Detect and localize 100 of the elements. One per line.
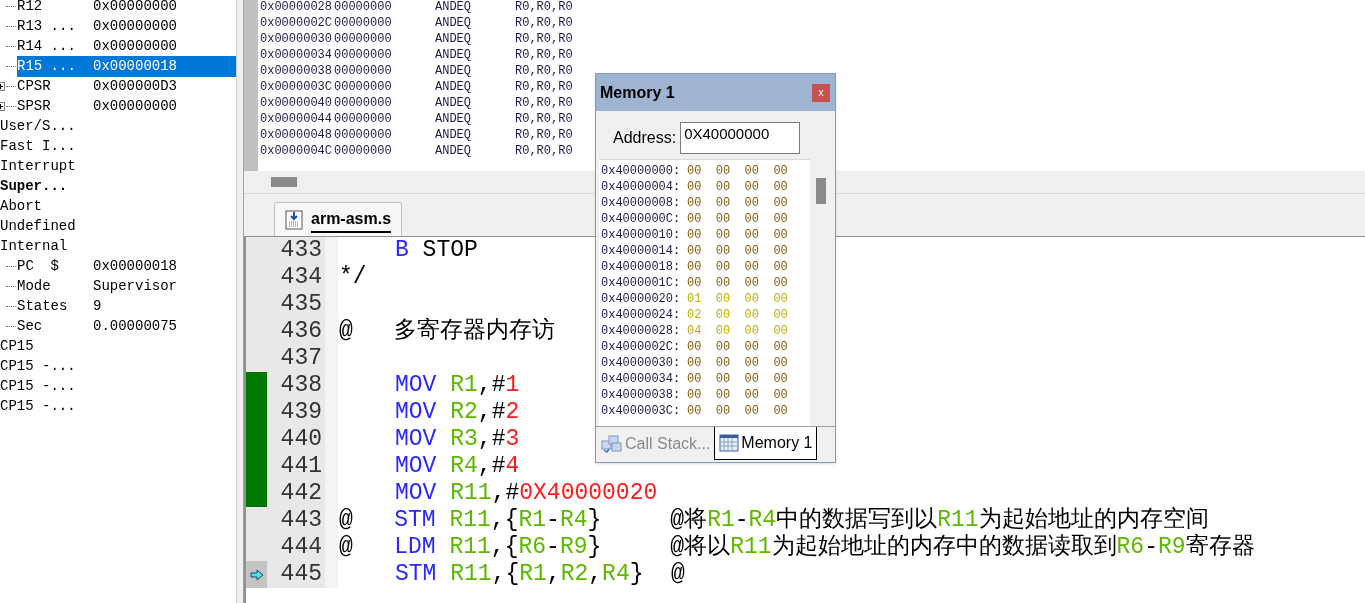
- register-value: 0x00000018: [93, 256, 178, 276]
- register-value: 0x00000000: [93, 16, 178, 36]
- memory-bytes: 01 00 00 00: [687, 291, 788, 308]
- memory-address: 0x40000018:: [601, 259, 682, 276]
- mnemonic-cell-text: ANDEQ: [435, 47, 472, 64]
- memory-bytes: 00 00 00 00: [687, 259, 788, 276]
- mnemonic-cell-text: ANDEQ: [435, 111, 472, 128]
- operands-cell-text: R0,R0,R0: [515, 127, 573, 144]
- address-cell-text: 0x00000028: [260, 0, 333, 16]
- memory-bytes: 00 00 00 00: [687, 355, 788, 372]
- opcode-cell-text: 00000000: [334, 143, 393, 160]
- code-line: MOV R3,#3: [394, 425, 520, 455]
- code-line: B STOP: [394, 237, 478, 266]
- line-number: 435: [268, 291, 338, 318]
- operands-cell-text: R0,R0,R0: [515, 111, 573, 128]
- operands-cell-text: R0,R0,R0: [515, 95, 573, 112]
- operands-cell-text: R0,R0,R0: [515, 31, 573, 48]
- register-value: 0.00000075: [93, 316, 178, 336]
- line-number: 440: [268, 426, 338, 453]
- line-number: 441: [268, 453, 338, 480]
- operands-cell-text: R0,R0,R0: [515, 79, 573, 96]
- register-value: 0x00000000: [93, 96, 178, 116]
- mnemonic-cell-text: ANDEQ: [435, 127, 472, 144]
- memory-address: 0x40000028:: [601, 323, 682, 340]
- opcode-cell-text: 00000000: [334, 127, 393, 144]
- memory-bytes: 00 00 00 00: [687, 371, 788, 388]
- line-number: 436: [268, 318, 338, 345]
- memory-address: 0x40000008:: [601, 195, 682, 212]
- memory-bytes: 00 00 00 00: [687, 403, 788, 420]
- address-cell-text: 0x00000030: [260, 31, 333, 48]
- memory-address: 0x40000034:: [601, 371, 682, 388]
- memory-address: 0x40000004:: [601, 179, 682, 196]
- line-number: 442: [268, 480, 338, 507]
- address-cell-text: 0x0000004C: [260, 143, 333, 160]
- memory-bytes: 04 00 00 00: [687, 323, 788, 340]
- memory-address: 0x40000024:: [601, 307, 682, 324]
- line-number: 439: [268, 399, 338, 426]
- memory-bytes: 00 00 00 00: [687, 163, 788, 180]
- code-line: @ 多寄存器内存访: [338, 316, 556, 347]
- address-cell-text: 0x00000034: [260, 47, 333, 64]
- memory-address: 0x40000010:: [601, 227, 682, 244]
- opcode-cell-text: 00000000: [334, 111, 393, 128]
- register-value: 0x000000D3: [93, 76, 178, 96]
- address-cell-text: 0x0000002C: [260, 15, 333, 32]
- window-title: Memory 1: [600, 82, 675, 103]
- mnemonic-cell-text: ANDEQ: [435, 143, 472, 160]
- register-value: 0x00000018: [93, 55, 236, 77]
- memory-bytes: 00 00 00 00: [687, 227, 788, 244]
- mnemonic-cell-text: ANDEQ: [435, 15, 472, 32]
- line-number: 438: [268, 372, 338, 399]
- operands-cell-text: R0,R0,R0: [515, 63, 573, 80]
- address-label: Address:: [613, 127, 677, 148]
- code-line: @ LDM R11,{R6-R9} @将以R11为起始地址的内存中的数据读取到R6-R9寄存器: [338, 532, 1255, 562]
- address-cell-text: 0x00000044: [260, 111, 333, 128]
- code-line: STM R11,{R1,R2,R4} @: [394, 560, 685, 590]
- opcode-cell-text: 00000000: [334, 63, 393, 80]
- mnemonic-cell-text: ANDEQ: [435, 31, 472, 48]
- memory-address: 0x4000003C:: [601, 403, 682, 420]
- mnemonic-cell-text: ANDEQ: [435, 63, 472, 80]
- memory-bytes: 00 00 00 00: [687, 387, 788, 404]
- operands-cell: R0,R0,R0: [515, 0, 573, 16]
- operands-cell-text: R0,R0,R0: [515, 15, 573, 32]
- address-cell-text: 0x00000038: [260, 63, 333, 80]
- code-line: MOV R2,#2: [394, 398, 520, 428]
- opcode-cell-text: 00000000: [334, 0, 393, 16]
- opcode-cell-text: 00000000: [334, 95, 393, 112]
- opcode-cell-text: 00000000: [334, 31, 393, 48]
- memory-bytes: 00 00 00 00: [687, 275, 788, 292]
- memory-address: 0x4000002C:: [601, 339, 682, 356]
- code-line: MOV R11,#0X40000020: [394, 479, 658, 508]
- line-number: 444: [268, 534, 338, 561]
- operands-cell-text: R0,R0,R0: [515, 47, 573, 64]
- memory-bytes: 02 00 00 00: [687, 307, 788, 324]
- memory-address: 0x40000038:: [601, 387, 682, 404]
- code-line: MOV R4,#4: [394, 452, 520, 482]
- mnemonic-cell-text: ANDEQ: [435, 79, 472, 96]
- memory-address: 0x4000000C:: [601, 211, 682, 228]
- memory-address: 0x40000030:: [601, 355, 682, 372]
- mnemonic-cell-text: ANDEQ: [435, 0, 472, 16]
- opcode-cell-text: 00000000: [334, 47, 393, 64]
- line-number: 434: [268, 264, 338, 291]
- memory-address: 0x40000014:: [601, 243, 682, 260]
- mnemonic-cell-text: ANDEQ: [435, 95, 472, 112]
- memory-address: 0x4000001C:: [601, 275, 682, 292]
- line-number: 445: [268, 561, 338, 588]
- line-number: 443: [268, 507, 338, 534]
- code-line: MOV R1,#1: [394, 371, 520, 401]
- line-number: 437: [268, 345, 338, 372]
- code-line: @ STM R11,{R1-R4} @将R1-R4中的数据写到以R11为起始地址的内存空间: [338, 505, 1209, 534]
- register-value: Supervisor: [93, 276, 178, 296]
- opcode-cell-text: 00000000: [334, 79, 393, 96]
- line-number: 433: [268, 237, 338, 264]
- memory-bytes: 00 00 00 00: [687, 243, 788, 260]
- register-value: 0x00000000: [93, 36, 178, 56]
- memory-bytes: 00 00 00 00: [687, 195, 788, 212]
- memory-address: 0x40000020:: [601, 291, 682, 308]
- memory-bytes: 00 00 00 00: [687, 339, 788, 356]
- opcode-cell-text: 00000000: [334, 15, 393, 32]
- memory-address: 0x40000000:: [601, 163, 682, 180]
- memory-bytes: 00 00 00 00: [687, 211, 788, 228]
